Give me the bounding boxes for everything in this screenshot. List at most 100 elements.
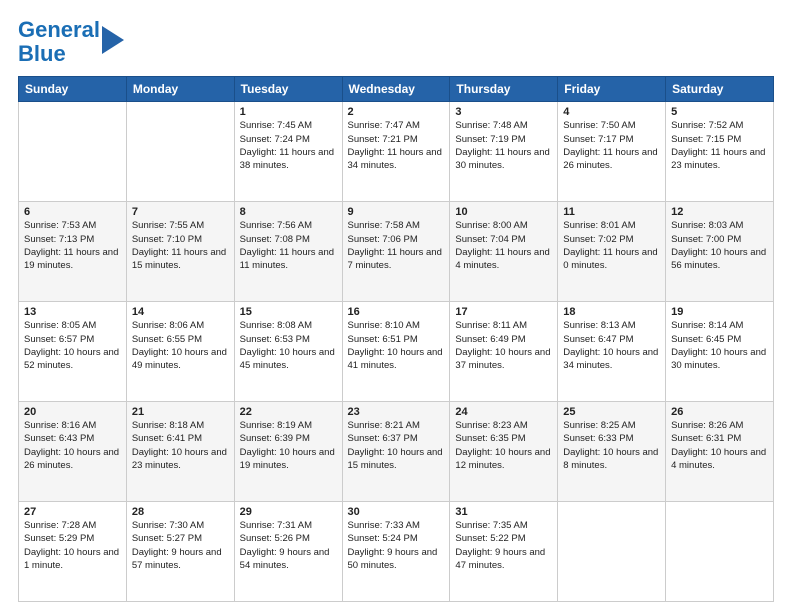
day-number: 16	[348, 306, 445, 318]
calendar-cell: 29Sunrise: 7:31 AMSunset: 5:26 PMDayligh…	[234, 502, 342, 602]
calendar-cell: 26Sunrise: 8:26 AMSunset: 6:31 PMDayligh…	[666, 402, 774, 502]
day-number: 25	[563, 406, 660, 418]
calendar-cell	[666, 502, 774, 602]
cell-info: Sunrise: 8:19 AMSunset: 6:39 PMDaylight:…	[240, 419, 337, 472]
cell-info: Sunrise: 7:47 AMSunset: 7:21 PMDaylight:…	[348, 119, 445, 172]
cell-info: Sunrise: 8:14 AMSunset: 6:45 PMDaylight:…	[671, 319, 768, 372]
logo-icon	[102, 26, 124, 54]
calendar-cell: 22Sunrise: 8:19 AMSunset: 6:39 PMDayligh…	[234, 402, 342, 502]
cell-info: Sunrise: 8:25 AMSunset: 6:33 PMDaylight:…	[563, 419, 660, 472]
day-number: 13	[24, 306, 121, 318]
calendar-cell: 7Sunrise: 7:55 AMSunset: 7:10 PMDaylight…	[126, 202, 234, 302]
day-number: 5	[671, 106, 768, 118]
cell-info: Sunrise: 7:45 AMSunset: 7:24 PMDaylight:…	[240, 119, 337, 172]
cell-info: Sunrise: 7:55 AMSunset: 7:10 PMDaylight:…	[132, 219, 229, 272]
day-number: 24	[455, 406, 552, 418]
cell-info: Sunrise: 8:08 AMSunset: 6:53 PMDaylight:…	[240, 319, 337, 372]
cell-info: Sunrise: 8:13 AMSunset: 6:47 PMDaylight:…	[563, 319, 660, 372]
calendar-week-5: 27Sunrise: 7:28 AMSunset: 5:29 PMDayligh…	[19, 502, 774, 602]
cell-info: Sunrise: 8:05 AMSunset: 6:57 PMDaylight:…	[24, 319, 121, 372]
calendar-cell: 20Sunrise: 8:16 AMSunset: 6:43 PMDayligh…	[19, 402, 127, 502]
calendar-cell: 30Sunrise: 7:33 AMSunset: 5:24 PMDayligh…	[342, 502, 450, 602]
day-number: 26	[671, 406, 768, 418]
cell-info: Sunrise: 7:35 AMSunset: 5:22 PMDaylight:…	[455, 519, 552, 572]
day-number: 6	[24, 206, 121, 218]
calendar-cell: 12Sunrise: 8:03 AMSunset: 7:00 PMDayligh…	[666, 202, 774, 302]
calendar-cell: 19Sunrise: 8:14 AMSunset: 6:45 PMDayligh…	[666, 302, 774, 402]
day-number: 27	[24, 506, 121, 518]
cell-info: Sunrise: 7:33 AMSunset: 5:24 PMDaylight:…	[348, 519, 445, 572]
cell-info: Sunrise: 8:18 AMSunset: 6:41 PMDaylight:…	[132, 419, 229, 472]
calendar-cell: 14Sunrise: 8:06 AMSunset: 6:55 PMDayligh…	[126, 302, 234, 402]
weekday-header-sunday: Sunday	[19, 77, 127, 102]
day-number: 14	[132, 306, 229, 318]
day-number: 1	[240, 106, 337, 118]
cell-info: Sunrise: 8:23 AMSunset: 6:35 PMDaylight:…	[455, 419, 552, 472]
header: General Blue	[18, 18, 774, 66]
day-number: 3	[455, 106, 552, 118]
calendar-cell: 24Sunrise: 8:23 AMSunset: 6:35 PMDayligh…	[450, 402, 558, 502]
calendar-week-1: 1Sunrise: 7:45 AMSunset: 7:24 PMDaylight…	[19, 102, 774, 202]
day-number: 4	[563, 106, 660, 118]
day-number: 8	[240, 206, 337, 218]
cell-info: Sunrise: 7:56 AMSunset: 7:08 PMDaylight:…	[240, 219, 337, 272]
cell-info: Sunrise: 8:06 AMSunset: 6:55 PMDaylight:…	[132, 319, 229, 372]
cell-info: Sunrise: 7:28 AMSunset: 5:29 PMDaylight:…	[24, 519, 121, 572]
weekday-header-friday: Friday	[558, 77, 666, 102]
day-number: 28	[132, 506, 229, 518]
calendar-cell: 8Sunrise: 7:56 AMSunset: 7:08 PMDaylight…	[234, 202, 342, 302]
day-number: 22	[240, 406, 337, 418]
cell-info: Sunrise: 8:10 AMSunset: 6:51 PMDaylight:…	[348, 319, 445, 372]
day-number: 30	[348, 506, 445, 518]
calendar-cell: 23Sunrise: 8:21 AMSunset: 6:37 PMDayligh…	[342, 402, 450, 502]
day-number: 2	[348, 106, 445, 118]
weekday-header-monday: Monday	[126, 77, 234, 102]
calendar-week-2: 6Sunrise: 7:53 AMSunset: 7:13 PMDaylight…	[19, 202, 774, 302]
cell-info: Sunrise: 8:00 AMSunset: 7:04 PMDaylight:…	[455, 219, 552, 272]
day-number: 20	[24, 406, 121, 418]
calendar-cell: 18Sunrise: 8:13 AMSunset: 6:47 PMDayligh…	[558, 302, 666, 402]
calendar-cell: 25Sunrise: 8:25 AMSunset: 6:33 PMDayligh…	[558, 402, 666, 502]
cell-info: Sunrise: 7:52 AMSunset: 7:15 PMDaylight:…	[671, 119, 768, 172]
calendar-cell: 28Sunrise: 7:30 AMSunset: 5:27 PMDayligh…	[126, 502, 234, 602]
cell-info: Sunrise: 7:53 AMSunset: 7:13 PMDaylight:…	[24, 219, 121, 272]
logo: General Blue	[18, 18, 124, 66]
day-number: 11	[563, 206, 660, 218]
cell-info: Sunrise: 8:03 AMSunset: 7:00 PMDaylight:…	[671, 219, 768, 272]
weekday-header-thursday: Thursday	[450, 77, 558, 102]
calendar-cell	[19, 102, 127, 202]
calendar-cell: 6Sunrise: 7:53 AMSunset: 7:13 PMDaylight…	[19, 202, 127, 302]
calendar-cell: 4Sunrise: 7:50 AMSunset: 7:17 PMDaylight…	[558, 102, 666, 202]
calendar-cell: 9Sunrise: 7:58 AMSunset: 7:06 PMDaylight…	[342, 202, 450, 302]
calendar-cell: 16Sunrise: 8:10 AMSunset: 6:51 PMDayligh…	[342, 302, 450, 402]
calendar-cell: 15Sunrise: 8:08 AMSunset: 6:53 PMDayligh…	[234, 302, 342, 402]
calendar-cell: 11Sunrise: 8:01 AMSunset: 7:02 PMDayligh…	[558, 202, 666, 302]
weekday-header-wednesday: Wednesday	[342, 77, 450, 102]
cell-info: Sunrise: 7:30 AMSunset: 5:27 PMDaylight:…	[132, 519, 229, 572]
calendar-cell: 2Sunrise: 7:47 AMSunset: 7:21 PMDaylight…	[342, 102, 450, 202]
cell-info: Sunrise: 7:58 AMSunset: 7:06 PMDaylight:…	[348, 219, 445, 272]
day-number: 29	[240, 506, 337, 518]
calendar-cell: 27Sunrise: 7:28 AMSunset: 5:29 PMDayligh…	[19, 502, 127, 602]
calendar-cell: 17Sunrise: 8:11 AMSunset: 6:49 PMDayligh…	[450, 302, 558, 402]
calendar-cell: 5Sunrise: 7:52 AMSunset: 7:15 PMDaylight…	[666, 102, 774, 202]
page: General Blue SundayMondayTuesdayWednesda…	[0, 0, 792, 612]
day-number: 15	[240, 306, 337, 318]
logo-text: General Blue	[18, 18, 100, 66]
calendar-week-4: 20Sunrise: 8:16 AMSunset: 6:43 PMDayligh…	[19, 402, 774, 502]
cell-info: Sunrise: 7:48 AMSunset: 7:19 PMDaylight:…	[455, 119, 552, 172]
day-number: 18	[563, 306, 660, 318]
weekday-header-tuesday: Tuesday	[234, 77, 342, 102]
cell-info: Sunrise: 8:16 AMSunset: 6:43 PMDaylight:…	[24, 419, 121, 472]
calendar-table: SundayMondayTuesdayWednesdayThursdayFrid…	[18, 76, 774, 602]
day-number: 10	[455, 206, 552, 218]
calendar-cell: 13Sunrise: 8:05 AMSunset: 6:57 PMDayligh…	[19, 302, 127, 402]
calendar-week-3: 13Sunrise: 8:05 AMSunset: 6:57 PMDayligh…	[19, 302, 774, 402]
cell-info: Sunrise: 8:11 AMSunset: 6:49 PMDaylight:…	[455, 319, 552, 372]
cell-info: Sunrise: 8:01 AMSunset: 7:02 PMDaylight:…	[563, 219, 660, 272]
calendar-cell: 10Sunrise: 8:00 AMSunset: 7:04 PMDayligh…	[450, 202, 558, 302]
calendar-cell: 3Sunrise: 7:48 AMSunset: 7:19 PMDaylight…	[450, 102, 558, 202]
day-number: 7	[132, 206, 229, 218]
calendar-cell: 21Sunrise: 8:18 AMSunset: 6:41 PMDayligh…	[126, 402, 234, 502]
cell-info: Sunrise: 7:50 AMSunset: 7:17 PMDaylight:…	[563, 119, 660, 172]
